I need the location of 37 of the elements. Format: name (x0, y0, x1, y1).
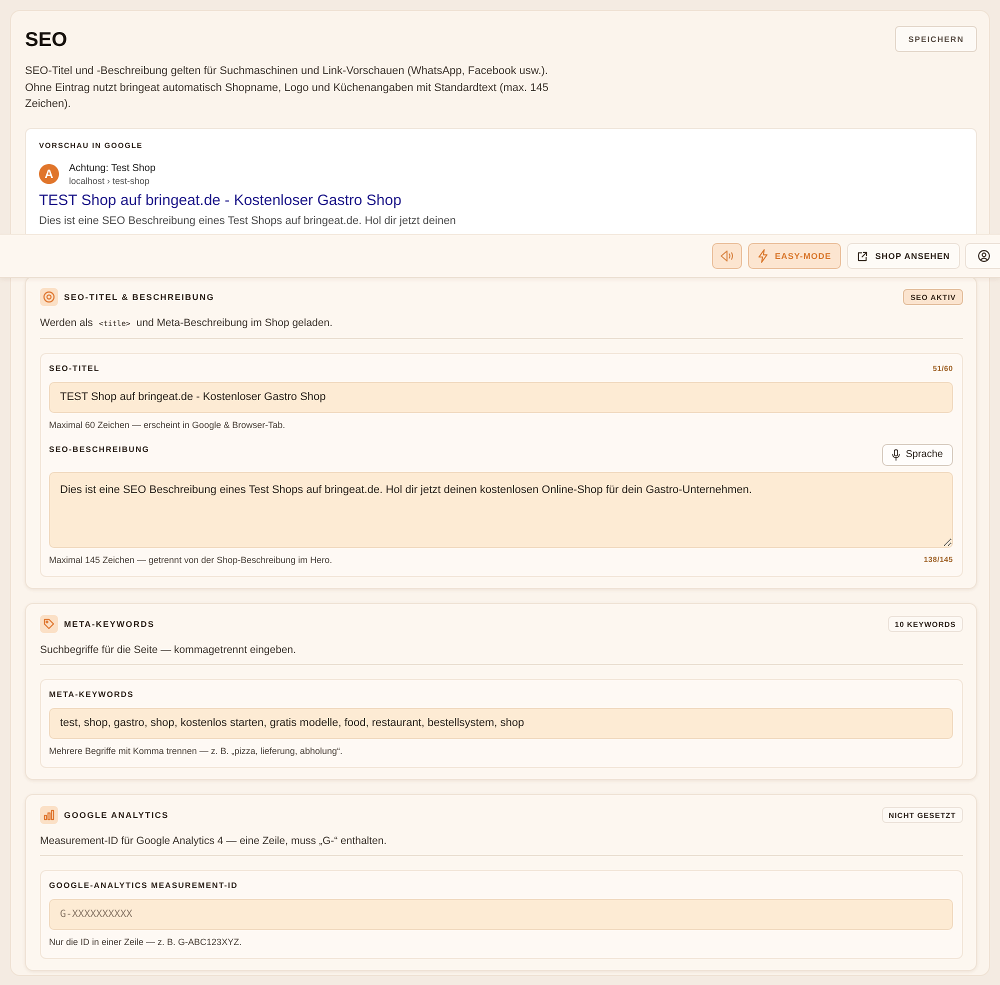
field-hint: Maximal 145 Zeichen — getrennt von der Shop-Beschreibung im Hero. (49, 554, 332, 566)
field-label: SEO-TITEL (49, 362, 100, 374)
site-url: localhost › test-shop (69, 174, 151, 186)
section-description: Measurement-ID für Google Analytics 4 — eine Zeile, muss „G-“ enthalten. (40, 834, 963, 856)
bar-chart-icon (40, 806, 58, 824)
lightning-icon (758, 249, 768, 263)
text-input[interactable]: TEST Shop auf bringeat.de - Kostenloser Gastro Shop (49, 382, 953, 412)
site-avatar: A (39, 164, 59, 184)
page-title: SEO (25, 28, 68, 53)
save-button[interactable]: SPEICHERN (895, 26, 977, 52)
text-input[interactable]: test, shop, gastro, shop, kostenlos starten, gratis modelle, food, restaurant, bestellsystem, shop (49, 708, 953, 738)
speaker-icon (720, 250, 734, 262)
field-hint: Nur die ID in einer Zeile — z. B. G-ABC123XYZ. (49, 936, 242, 948)
section-title: GOOGLE ANALYTICS (64, 810, 169, 820)
voice-input-button[interactable]: Sprache (882, 444, 953, 466)
external-link-icon (857, 250, 868, 262)
account-button[interactable] (965, 243, 1000, 269)
view-shop-button[interactable]: SHOP ANSEHEN (847, 243, 960, 269)
text-input[interactable]: G-XXXXXXXXXX (49, 898, 953, 930)
user-circle-icon (978, 250, 990, 262)
site-name: Achtung: Test Shop (69, 162, 156, 174)
section-title: SEO-TITEL & BESCHREIBUNG (64, 292, 214, 302)
field-label: GOOGLE-ANALYTICS MEASUREMENT-ID (49, 880, 238, 892)
sound-toggle-button[interactable] (712, 243, 742, 269)
section-description: Suchbegriffe für die Seite — kommagetrennt eingeben. (40, 642, 963, 664)
result-title-link[interactable]: TEST Shop auf bringeat.de - Kostenloser Gastro Shop (39, 190, 402, 210)
text-area[interactable]: Dies ist eine SEO Beschreibung eines Test Shops auf bringeat.de. Hol dir jetzt deinen kostenlosen Online-Shop für dein Gastro-Unternehmen. (49, 472, 953, 548)
field-label: META-KEYWORDS (49, 688, 134, 700)
result-snippet: Dies ist eine SEO Beschreibung eines Test Shops auf bringeat.de. Hol dir jetzt deinen (39, 214, 457, 228)
page-description: SEO-Titel und -Beschreibung gelten für Suchmaschinen und Link-Vorschauen (WhatsApp, Facebook usw.). Ohne Eintrag nutzt bringeat automatisch Shopname, Logo und Küchenangaben mit Standardtext (max. 145 Zeichen). (25, 64, 550, 112)
tag-icon (40, 614, 58, 632)
field-hint: Maximal 60 Zeichen — erscheint in Google & Browser-Tab. (49, 418, 286, 430)
field-label: SEO-BESCHREIBUNG (49, 444, 150, 456)
field-hint: Mehrere Begriffe mit Komma trennen — z. B. „pizza, lieferung, abholung“. (49, 744, 342, 756)
microphone-icon (892, 448, 900, 460)
section-title: META-KEYWORDS (64, 618, 155, 628)
target-icon (40, 288, 58, 306)
